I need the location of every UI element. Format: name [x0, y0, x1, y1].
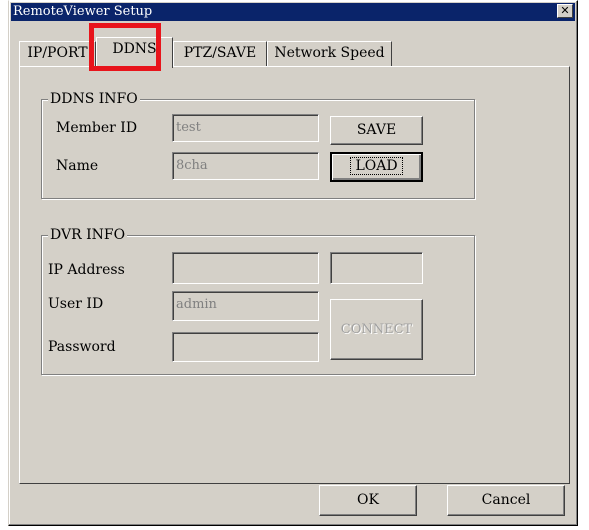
close-icon: ✕: [560, 4, 570, 17]
port-field[interactable]: [330, 252, 423, 284]
tab-panel-ddns: DDNS INFO Member ID test SAVE Name 8cha …: [19, 66, 570, 484]
member-id-field[interactable]: test: [172, 114, 319, 142]
close-button[interactable]: ✕: [557, 4, 573, 18]
tab-network-speed[interactable]: Network Speed: [267, 41, 392, 66]
tab-label: IP/PORT: [27, 45, 88, 61]
password-label: Password: [48, 339, 116, 355]
tab-label: Network Speed: [274, 45, 385, 61]
save-button[interactable]: SAVE: [330, 116, 423, 145]
cancel-button[interactable]: Cancel: [447, 485, 565, 516]
name-field[interactable]: 8cha: [172, 152, 319, 180]
user-id-field[interactable]: admin: [172, 291, 319, 321]
user-id-label: User ID: [48, 296, 104, 312]
ddns-info-title: DDNS INFO: [48, 90, 140, 108]
connect-button[interactable]: CONNECT: [330, 299, 423, 360]
title-bar[interactable]: RemoteViewer Setup ✕: [11, 3, 575, 21]
dvr-info-title: DVR INFO: [48, 226, 128, 244]
tab-label: PTZ/SAVE: [183, 45, 257, 61]
window-title: RemoteViewer Setup: [13, 4, 153, 19]
password-field[interactable]: [172, 332, 319, 362]
load-button[interactable]: LOAD: [330, 152, 423, 182]
load-button-label: LOAD: [350, 157, 403, 175]
ddns-tab-highlight-box: [89, 23, 161, 71]
name-label: Name: [56, 158, 99, 174]
ip-address-field[interactable]: [172, 252, 319, 284]
ip-address-label: IP Address: [48, 262, 125, 278]
setup-dialog: RemoteViewer Setup ✕ IP/PORT DDNS PTZ/SA…: [8, 0, 578, 526]
member-id-label: Member ID: [56, 120, 138, 136]
tab-ptz-save[interactable]: PTZ/SAVE: [173, 41, 267, 66]
tab-ip-port[interactable]: IP/PORT: [19, 41, 96, 66]
ok-button[interactable]: OK: [319, 485, 417, 516]
